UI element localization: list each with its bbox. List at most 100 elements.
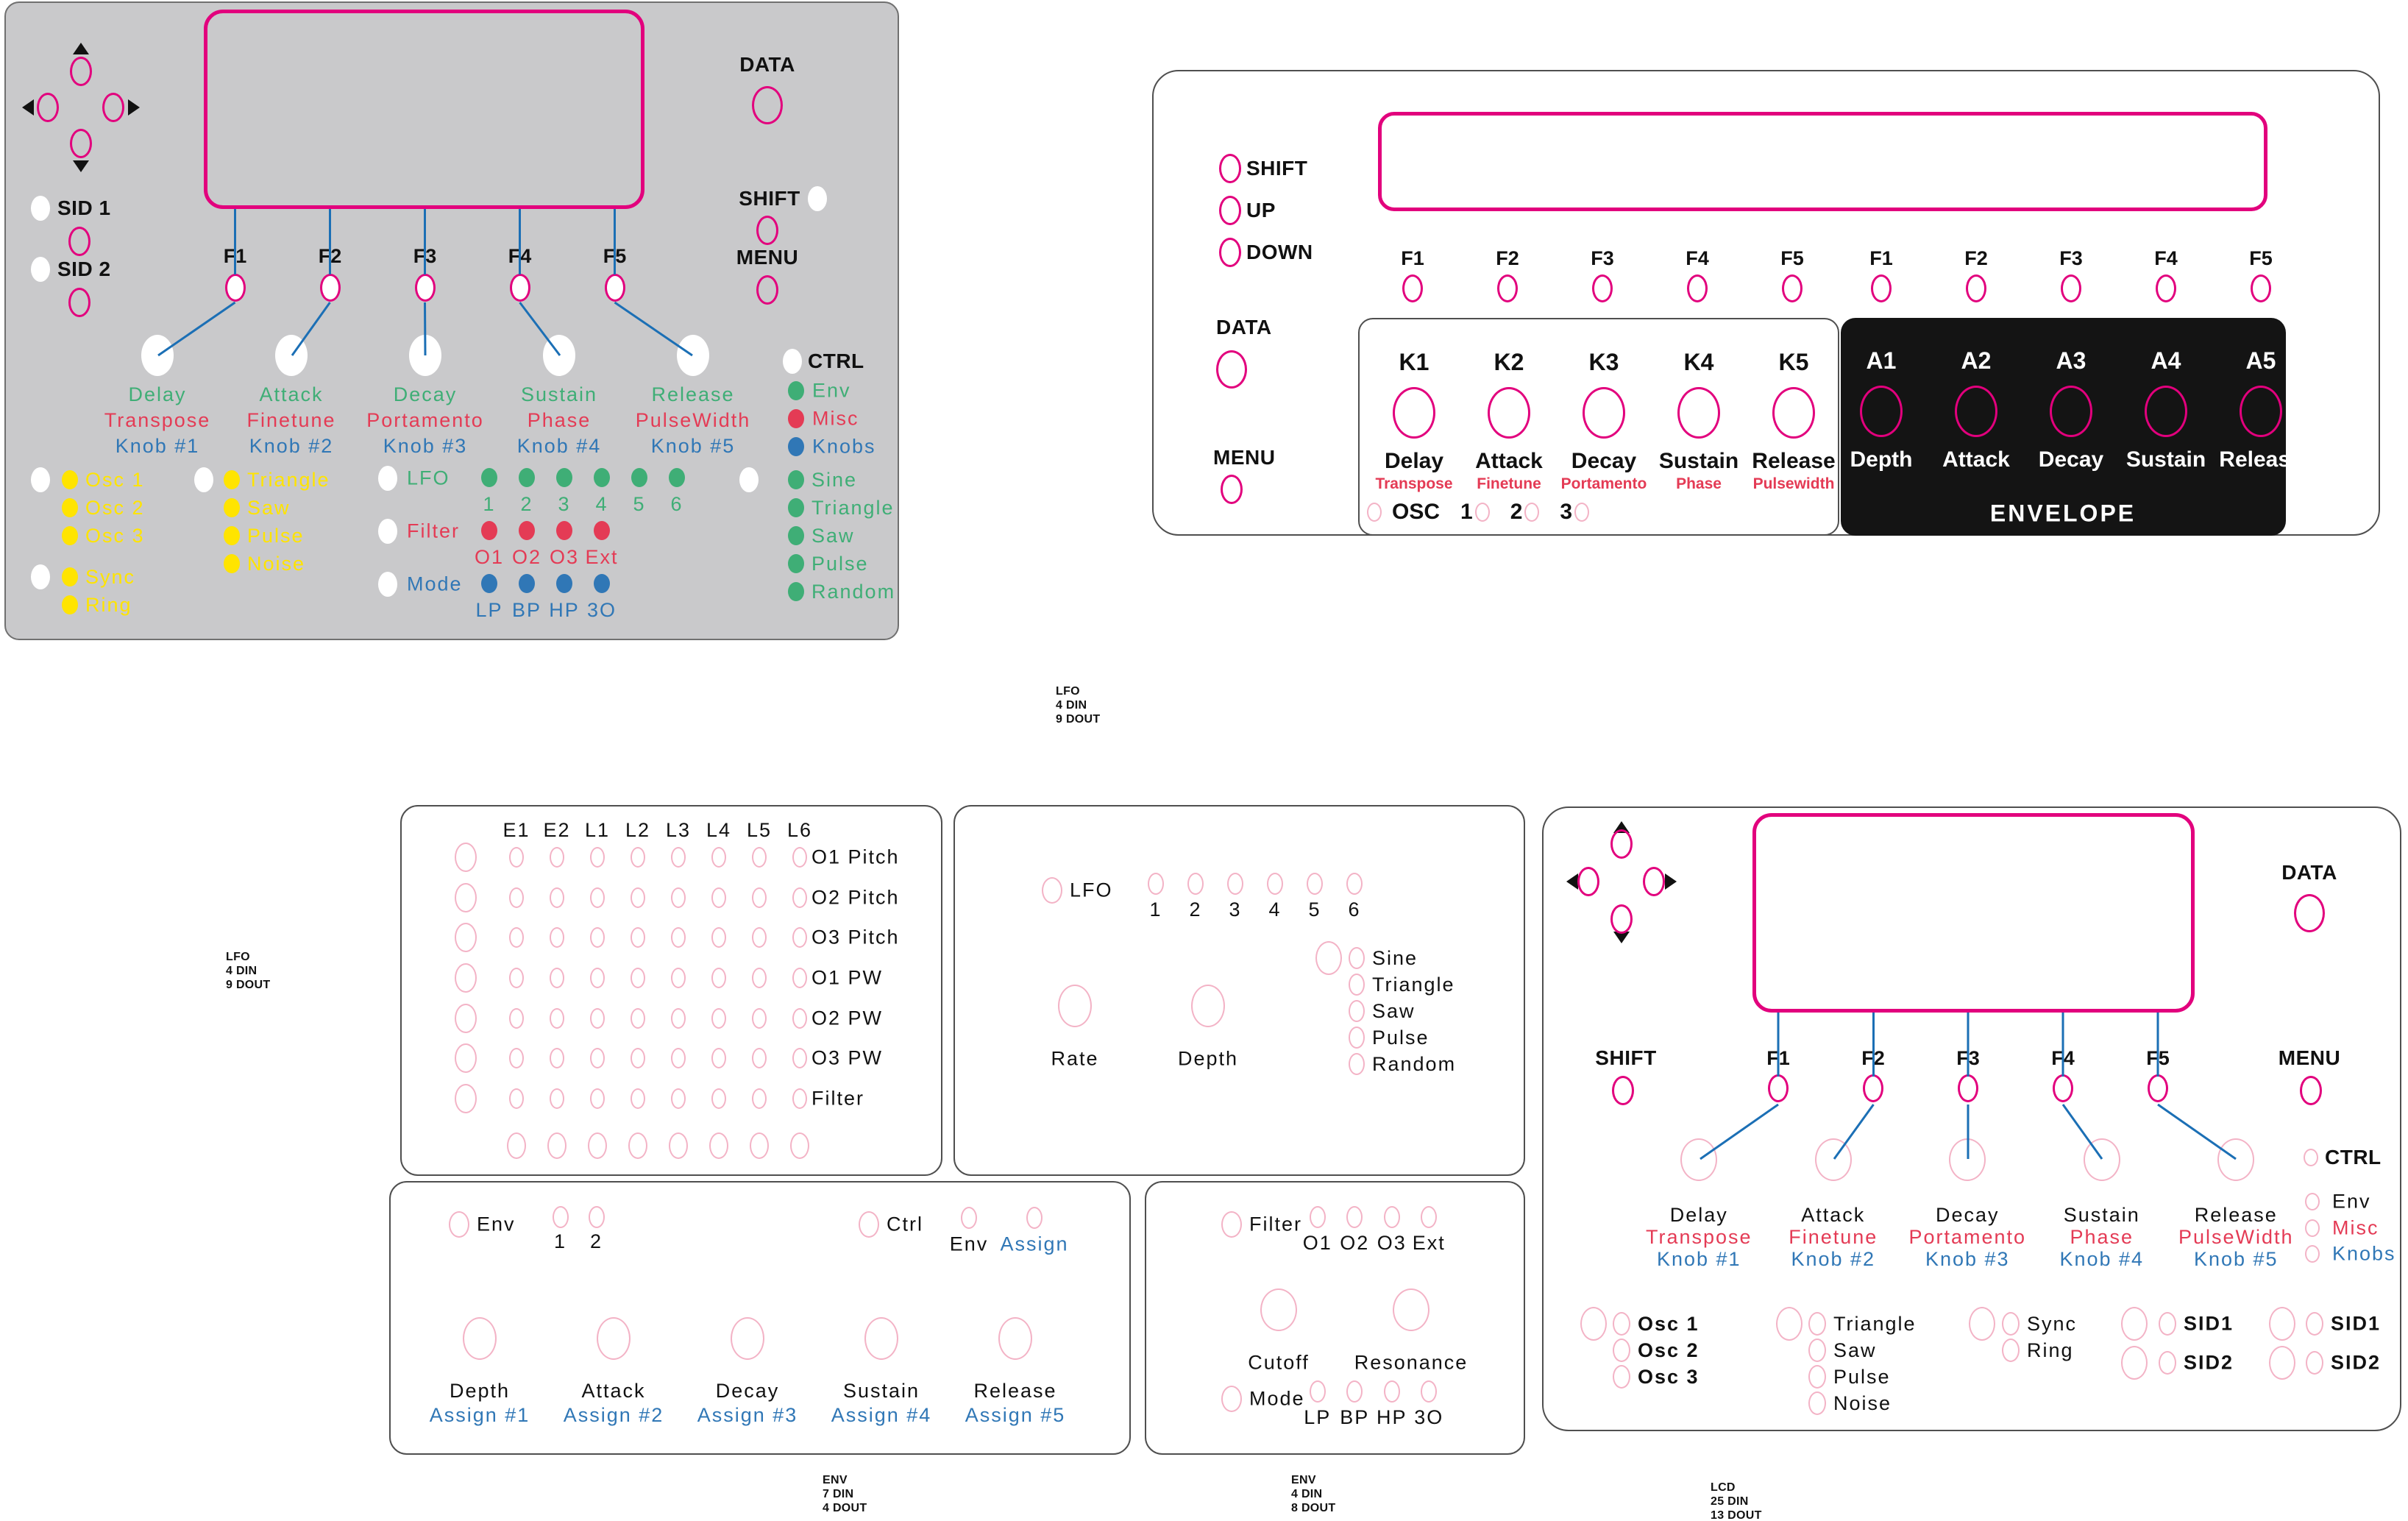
k-knob[interactable] (1488, 387, 1530, 439)
f-button[interactable] (1687, 274, 1708, 302)
mode-item-led (1346, 1380, 1363, 1403)
k-knob[interactable] (1393, 387, 1435, 439)
knob[interactable] (2217, 1138, 2255, 1181)
matrix-button[interactable] (750, 1132, 769, 1159)
assign-knob[interactable] (998, 1317, 1032, 1360)
dpad-up-button[interactable] (70, 57, 92, 86)
shift-button[interactable] (1612, 1076, 1634, 1105)
f-button[interactable] (414, 274, 436, 302)
k-knob[interactable] (1772, 387, 1815, 439)
f-button[interactable] (604, 274, 625, 302)
f-button[interactable] (1871, 274, 1892, 302)
matrix-button[interactable] (790, 1132, 809, 1159)
f-button[interactable] (2156, 274, 2176, 302)
data-knob[interactable] (1216, 350, 1247, 389)
a-key-label: A2 (1961, 347, 1992, 374)
shift-button[interactable] (1219, 154, 1241, 183)
dpad-right-button[interactable] (1643, 867, 1665, 896)
up-button[interactable] (1219, 196, 1241, 225)
f-button[interactable] (1958, 1074, 1978, 1102)
matrix-led (671, 968, 686, 989)
data-knob[interactable] (752, 86, 783, 124)
cutoff-knob[interactable] (1260, 1288, 1297, 1331)
f-button[interactable] (1402, 274, 1423, 302)
wave-select-button[interactable] (1776, 1307, 1803, 1341)
knob[interactable] (1949, 1138, 1986, 1181)
f-button[interactable] (2148, 1074, 2168, 1102)
knob[interactable] (677, 335, 709, 376)
knobs-led (788, 437, 804, 456)
f-button[interactable] (319, 274, 341, 302)
f-button[interactable] (1497, 274, 1518, 302)
dpad-up-button[interactable] (1610, 829, 1633, 859)
knob[interactable] (275, 335, 308, 376)
a-knob[interactable] (1860, 386, 1903, 437)
sid2-button[interactable] (2121, 1346, 2148, 1380)
sid2-button[interactable] (2269, 1346, 2295, 1380)
matrix-button[interactable] (547, 1132, 567, 1159)
matrix-button[interactable] (588, 1132, 607, 1159)
rate-knob[interactable] (1058, 985, 1092, 1027)
dpad-right-button[interactable] (102, 93, 124, 122)
f-key-label: F4 (2051, 1047, 2075, 1069)
depth-knob[interactable] (1191, 985, 1225, 1027)
matrix-button[interactable] (507, 1132, 526, 1159)
sid1-button[interactable] (68, 227, 90, 256)
sync-select-button[interactable] (1969, 1307, 1995, 1341)
a-knob[interactable] (2145, 386, 2187, 437)
f-button[interactable] (509, 274, 530, 302)
dpad-left-button[interactable] (37, 93, 59, 122)
wave-select-button[interactable] (1315, 941, 1342, 975)
data-knob[interactable] (2294, 894, 2325, 932)
sid1-button[interactable] (2269, 1307, 2295, 1341)
f-button[interactable] (2251, 274, 2271, 302)
osc-label: Osc 3 (1638, 1365, 1700, 1388)
matrix-row-label: O3 Pitch (811, 926, 900, 949)
f-button[interactable] (1592, 274, 1613, 302)
menu-button[interactable] (1221, 475, 1243, 504)
osc-select-button[interactable] (1580, 1307, 1607, 1341)
resonance-knob[interactable] (1393, 1288, 1429, 1331)
f-button[interactable] (1966, 274, 1986, 302)
down-button[interactable] (1219, 238, 1241, 267)
f-button[interactable] (224, 274, 246, 302)
filter-input-label: Ext (1412, 1232, 1446, 1254)
knob[interactable] (543, 335, 575, 376)
k-knob[interactable] (1677, 387, 1720, 439)
matrix-button[interactable] (709, 1132, 728, 1159)
knob[interactable] (1814, 1138, 1852, 1181)
matrix-button[interactable] (628, 1132, 647, 1159)
f-button[interactable] (1782, 274, 1803, 302)
dpad-down-button[interactable] (70, 129, 92, 158)
arrow-down-icon (73, 160, 89, 172)
knob[interactable] (2083, 1138, 2120, 1181)
ctrl-led (783, 349, 802, 374)
a-knob[interactable] (2050, 386, 2092, 437)
menu-button[interactable] (2300, 1076, 2322, 1105)
dpad-down-button[interactable] (1610, 904, 1633, 934)
sid1-button[interactable] (2121, 1307, 2148, 1341)
sid2-button[interactable] (68, 288, 90, 317)
knob-env-label: Attack (1801, 1204, 1866, 1226)
knob[interactable] (409, 335, 441, 376)
knob[interactable] (141, 335, 174, 376)
f-button[interactable] (2053, 1074, 2073, 1102)
assign-knob[interactable] (864, 1317, 898, 1360)
assign-knob[interactable] (731, 1317, 764, 1360)
a-knob[interactable] (1955, 386, 1997, 437)
f-button[interactable] (2061, 274, 2081, 302)
knob[interactable] (1680, 1138, 1718, 1181)
menu-button[interactable] (756, 275, 778, 305)
dpad-left-button[interactable] (1577, 867, 1599, 896)
matrix-led (752, 927, 767, 949)
assign-knob[interactable] (597, 1317, 631, 1360)
f-button[interactable] (1768, 1074, 1789, 1102)
mode-led (1221, 1386, 1242, 1412)
matrix-button[interactable] (669, 1132, 688, 1159)
assign-knob[interactable] (463, 1317, 497, 1360)
shift-button[interactable] (756, 216, 778, 245)
k-knob[interactable] (1583, 387, 1625, 439)
a-knob[interactable] (2240, 386, 2282, 437)
k-knob-row: K1 Delay Transpose K2 Attack Finetune K3… (1367, 349, 1841, 493)
f-button[interactable] (1863, 1074, 1883, 1102)
